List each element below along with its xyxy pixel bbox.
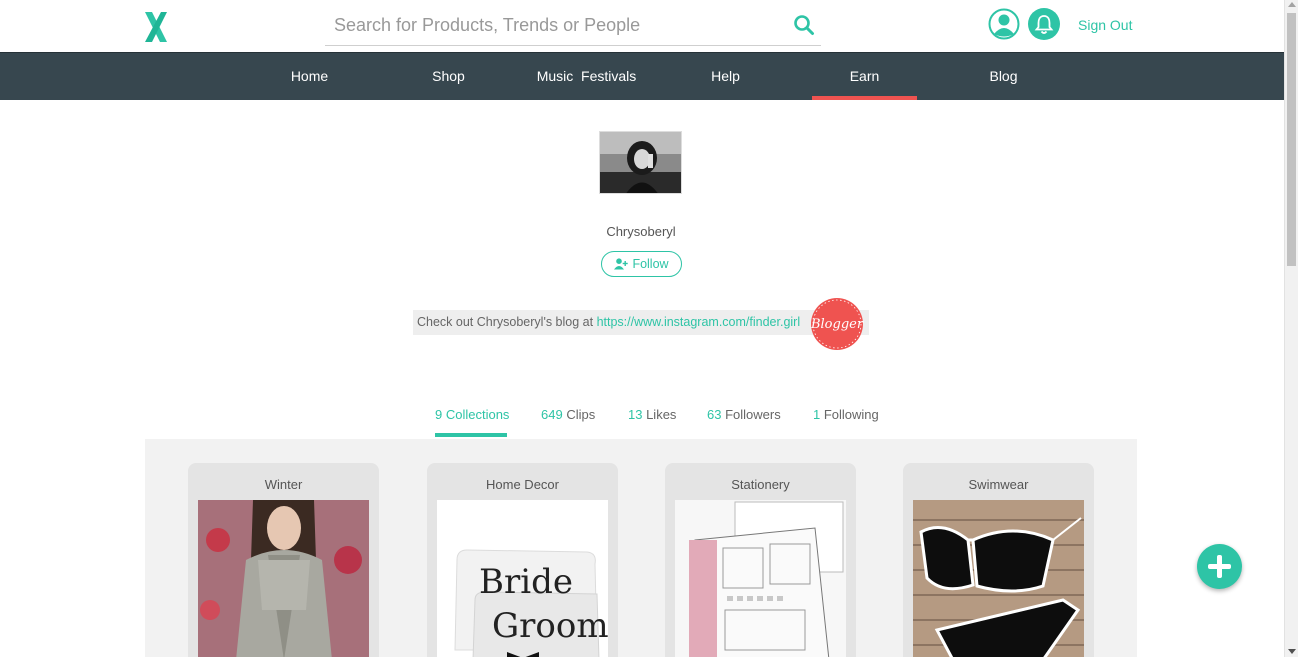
nav-item-shop[interactable]: Shop — [396, 53, 501, 100]
collection-card-home-decor[interactable]: Home Decor Bride Groom — [427, 463, 618, 657]
search-icon[interactable] — [793, 14, 815, 36]
search-input[interactable] — [325, 4, 785, 46]
tab-clips[interactable]: 649 Clips — [541, 407, 595, 422]
tab-count: 649 — [541, 407, 563, 422]
collection-image[interactable]: Bride Groom — [437, 500, 608, 657]
nav-item-help[interactable]: Help — [673, 53, 778, 100]
tab-label: Clips — [562, 407, 596, 422]
collection-image[interactable] — [198, 500, 369, 657]
page-scrollbar[interactable] — [1284, 0, 1298, 657]
main-nav: Home Shop Music Festivals Help Earn Blog — [0, 52, 1284, 100]
add-fab-button[interactable] — [1197, 544, 1242, 589]
tab-label: Followers — [721, 407, 781, 422]
tab-label: Likes — [642, 407, 677, 422]
blogger-badge: Blogger — [810, 298, 864, 350]
plus-icon — [1208, 555, 1231, 578]
blogger-badge-label: Blogger — [810, 317, 864, 332]
collection-title: Home Decor — [486, 477, 559, 492]
x-logo-icon[interactable] — [143, 10, 169, 44]
collection-image[interactable] — [913, 500, 1084, 657]
collection-title: Stationery — [731, 477, 790, 492]
collection-card-winter[interactable]: Winter — [188, 463, 379, 657]
tab-label: Following — [820, 407, 879, 422]
collection-title: Winter — [264, 477, 303, 492]
follow-label: Follow — [632, 257, 669, 271]
nav-item-home[interactable]: Home — [257, 53, 362, 100]
scroll-up-arrow[interactable] — [1288, 2, 1296, 7]
blog-info: Check out Chrysoberyl's blog at https://… — [413, 310, 869, 335]
tab-collections[interactable]: 9 Collections — [435, 407, 509, 422]
scroll-down-arrow[interactable] — [1288, 649, 1296, 654]
collection-image[interactable] — [675, 500, 846, 657]
profile-username: Chrysoberyl — [606, 224, 676, 239]
sign-out-link[interactable]: Sign Out — [1078, 17, 1132, 33]
tab-label: Collections — [442, 407, 510, 422]
nav-item-earn[interactable]: Earn — [812, 53, 917, 100]
nav-item-blog[interactable]: Blog — [951, 53, 1056, 100]
collection-card-swimwear[interactable]: Swimwear — [903, 463, 1094, 657]
collection-card-stationery[interactable]: Stationery — [665, 463, 856, 657]
search-bar — [325, 4, 821, 46]
user-icon[interactable] — [988, 8, 1020, 40]
scroll-thumb[interactable] — [1287, 13, 1296, 266]
add-user-icon — [614, 258, 629, 270]
pillow-text-groom: Groom — [492, 606, 608, 646]
blog-prefix: Check out Chrysoberyl's blog at — [417, 315, 597, 329]
pillow-text-bride: Bride — [479, 562, 573, 602]
collection-title: Swimwear — [968, 477, 1029, 492]
tab-count: 63 — [707, 407, 722, 422]
tab-followers[interactable]: 63 Followers — [707, 407, 781, 422]
top-header: Sign Out — [0, 0, 1284, 52]
active-tab-indicator — [435, 433, 507, 437]
tab-likes[interactable]: 13 Likes — [628, 407, 676, 422]
nav-item-music-festivals[interactable]: Music Festivals — [534, 53, 639, 100]
blog-link[interactable]: https://www.instagram.com/finder.girl — [597, 315, 801, 329]
bell-icon[interactable] — [1028, 8, 1060, 40]
tab-following[interactable]: 1 Following — [813, 407, 879, 422]
follow-button[interactable]: Follow — [601, 251, 682, 277]
profile-avatar — [599, 131, 682, 194]
tab-count: 13 — [628, 407, 643, 422]
